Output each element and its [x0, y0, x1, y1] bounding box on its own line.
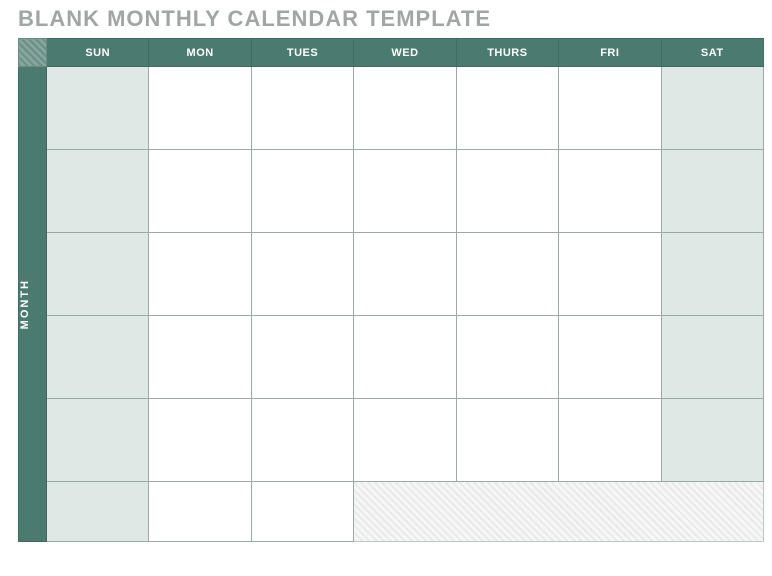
corner-hatch	[19, 39, 47, 67]
day-cell[interactable]	[456, 233, 558, 316]
notes-area[interactable]	[354, 482, 764, 542]
day-cell[interactable]	[456, 150, 558, 233]
week-row	[19, 150, 764, 233]
day-cell[interactable]	[559, 399, 661, 482]
day-cell[interactable]	[47, 67, 149, 150]
day-cell[interactable]	[354, 233, 456, 316]
day-cell[interactable]	[661, 150, 763, 233]
day-cell[interactable]	[47, 482, 149, 542]
page-title: BLANK MONTHLY CALENDAR TEMPLATE	[0, 0, 772, 38]
day-cell[interactable]	[559, 316, 661, 399]
week-row	[19, 233, 764, 316]
day-cell[interactable]	[661, 67, 763, 150]
day-header-tues: TUES	[251, 39, 353, 67]
day-cell[interactable]	[456, 399, 558, 482]
day-cell[interactable]	[251, 233, 353, 316]
day-cell[interactable]	[47, 316, 149, 399]
day-cell[interactable]	[149, 482, 251, 542]
day-cell[interactable]	[354, 316, 456, 399]
calendar-table: SUN MON TUES WED THURS FRI SAT MONTH	[18, 38, 764, 542]
day-cell[interactable]	[47, 399, 149, 482]
day-cell[interactable]	[661, 316, 763, 399]
day-header-thurs: THURS	[456, 39, 558, 67]
bottom-row	[19, 482, 764, 542]
day-cell[interactable]	[559, 67, 661, 150]
calendar-container: SUN MON TUES WED THURS FRI SAT MONTH	[18, 38, 764, 542]
day-cell[interactable]	[661, 399, 763, 482]
day-cell[interactable]	[456, 316, 558, 399]
day-cell[interactable]	[149, 399, 251, 482]
week-row	[19, 316, 764, 399]
day-cell[interactable]	[559, 150, 661, 233]
day-cell[interactable]	[47, 233, 149, 316]
day-cell[interactable]	[149, 150, 251, 233]
day-header-fri: FRI	[559, 39, 661, 67]
week-row	[19, 399, 764, 482]
day-cell[interactable]	[149, 233, 251, 316]
day-cell[interactable]	[456, 67, 558, 150]
week-row: MONTH	[19, 67, 764, 150]
day-cell[interactable]	[354, 67, 456, 150]
month-label: MONTH	[19, 279, 31, 329]
day-cell[interactable]	[354, 150, 456, 233]
day-cell[interactable]	[251, 399, 353, 482]
day-header-mon: MON	[149, 39, 251, 67]
day-header-sun: SUN	[47, 39, 149, 67]
header-row: SUN MON TUES WED THURS FRI SAT	[19, 39, 764, 67]
day-header-wed: WED	[354, 39, 456, 67]
day-cell[interactable]	[149, 316, 251, 399]
month-sidebar: MONTH	[19, 67, 47, 542]
day-cell[interactable]	[251, 67, 353, 150]
day-cell[interactable]	[47, 150, 149, 233]
day-cell[interactable]	[354, 399, 456, 482]
day-cell[interactable]	[661, 233, 763, 316]
day-header-sat: SAT	[661, 39, 763, 67]
day-cell[interactable]	[559, 233, 661, 316]
day-cell[interactable]	[251, 482, 353, 542]
day-cell[interactable]	[251, 150, 353, 233]
day-cell[interactable]	[149, 67, 251, 150]
day-cell[interactable]	[251, 316, 353, 399]
